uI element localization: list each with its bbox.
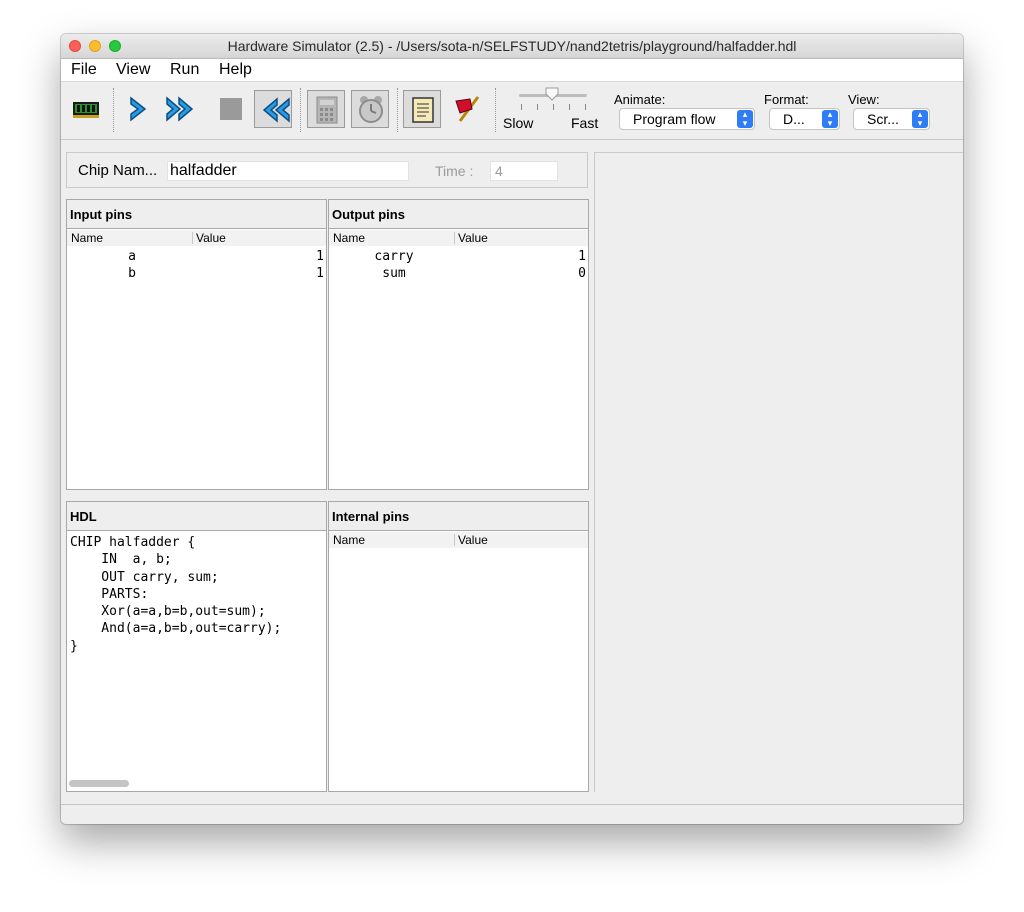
slider-tick [537, 104, 538, 110]
menu-view[interactable]: View [116, 61, 150, 79]
internal-pins-panel: Internal pins Name Value [328, 501, 589, 792]
column-divider [454, 232, 455, 244]
table-row[interactable]: a 1 [67, 248, 326, 265]
output-pins-panel: Output pins Name Value carry 1 sum 0 [328, 199, 589, 490]
format-select[interactable]: D... ▴ ▾ [769, 108, 840, 130]
hdl-panel: HDL CHIP halfadder { IN a, b; OUT carry,… [66, 501, 327, 792]
screen-view-area [594, 152, 963, 792]
chip-icon [73, 102, 99, 118]
table-row[interactable]: carry 1 [329, 248, 588, 265]
pin-name: carry [374, 249, 414, 264]
column-value[interactable]: Value [458, 231, 488, 245]
toolbar-separator [397, 88, 398, 132]
slider-tick [553, 104, 554, 110]
horizontal-scrollbar[interactable] [69, 780, 129, 787]
single-step-button[interactable] [119, 90, 157, 128]
column-name[interactable]: Name [71, 231, 103, 245]
chip-name-label: Chip Nam... [78, 162, 158, 179]
toolbar-separator [495, 88, 496, 132]
menu-run[interactable]: Run [170, 61, 199, 79]
calculator-icon [316, 96, 338, 124]
format-value: D... [783, 111, 805, 127]
status-bar [61, 804, 963, 824]
speed-fast-label: Fast [571, 115, 599, 131]
select-arrows-icon: ▴ ▾ [822, 110, 838, 128]
double-chevron-left-icon [262, 97, 290, 123]
load-chip-button[interactable] [67, 90, 105, 128]
toolbar: Slow Fast Animate: Program flow ▴ ▾ Forma… [61, 82, 963, 140]
pin-value: 1 [578, 249, 586, 264]
script-scroll-icon [412, 97, 434, 123]
stop-button[interactable] [211, 90, 249, 128]
slider-tick [521, 104, 522, 110]
input-pins-panel: Input pins Name Value a 1 b 1 [66, 199, 327, 490]
chip-name-field[interactable]: halfadder [167, 161, 409, 181]
double-chevron-right-icon [166, 96, 194, 122]
menu-bar: File View Run Help [61, 59, 963, 82]
script-button[interactable] [403, 90, 441, 128]
title-bar: Hardware Simulator (2.5) - /Users/sota-n… [61, 34, 963, 59]
eval-button[interactable] [307, 90, 345, 128]
pin-name: sum [382, 266, 406, 281]
select-arrows-icon: ▴ ▾ [912, 110, 928, 128]
table-header: Name Value [329, 230, 588, 246]
pin-value[interactable]: 1 [316, 266, 324, 281]
tick-tock-button[interactable] [351, 90, 389, 128]
pin-value: 0 [578, 266, 586, 281]
menu-help[interactable]: Help [219, 61, 252, 79]
flag-icon [455, 96, 480, 122]
stop-square-icon [220, 98, 242, 120]
time-field: 4 [490, 161, 558, 181]
time-label: Time : [435, 163, 474, 179]
column-divider [192, 232, 193, 244]
hardware-simulator-window: Hardware Simulator (2.5) - /Users/sota-n… [61, 34, 963, 824]
table-row[interactable]: b 1 [67, 265, 326, 282]
column-name[interactable]: Name [333, 231, 365, 245]
table-header: Name Value [329, 532, 588, 548]
column-name[interactable]: Name [333, 533, 365, 547]
table-header: Name Value [67, 230, 326, 246]
animate-select[interactable]: Program flow ▴ ▾ [619, 108, 755, 130]
chevron-right-icon [130, 96, 147, 122]
panel-title: Internal pins [329, 502, 588, 531]
select-arrows-icon: ▴ ▾ [737, 110, 753, 128]
pin-name: a [128, 249, 136, 264]
hdl-source-code: CHIP halfadder { IN a, b; OUT carry, sum… [70, 535, 282, 654]
toolbar-separator [300, 88, 301, 132]
view-select[interactable]: Scr... ▴ ▾ [853, 108, 930, 130]
column-divider [454, 534, 455, 546]
slider-tick [569, 104, 570, 110]
pin-value[interactable]: 1 [316, 249, 324, 264]
speed-slider-thumb[interactable] [545, 87, 559, 101]
format-label: Format: [764, 92, 809, 107]
panel-title: HDL [67, 502, 326, 531]
speed-slow-label: Slow [503, 115, 534, 131]
menu-file[interactable]: File [71, 61, 97, 79]
panel-title: Output pins [329, 200, 588, 229]
column-value[interactable]: Value [196, 231, 226, 245]
chip-name-bar: Chip Nam... halfadder Time : 4 [66, 152, 588, 188]
animate-label: Animate: [614, 92, 666, 107]
view-label: View: [848, 92, 880, 107]
reset-button[interactable] [254, 90, 292, 128]
animate-value: Program flow [633, 111, 716, 127]
slider-tick [585, 104, 586, 110]
column-value[interactable]: Value [458, 533, 488, 547]
run-button[interactable] [161, 90, 199, 128]
table-row[interactable]: sum 0 [329, 265, 588, 282]
view-value: Scr... [867, 111, 899, 127]
window-title: Hardware Simulator (2.5) - /Users/sota-n… [227, 38, 797, 54]
main-content: Chip Nam... halfadder Time : 4 Input pin… [61, 140, 963, 804]
alarm-clock-icon [359, 96, 383, 123]
breakpoints-button[interactable] [449, 90, 487, 128]
panel-title: Input pins [67, 200, 326, 229]
toolbar-separator [113, 88, 114, 132]
pin-name: b [128, 266, 136, 281]
